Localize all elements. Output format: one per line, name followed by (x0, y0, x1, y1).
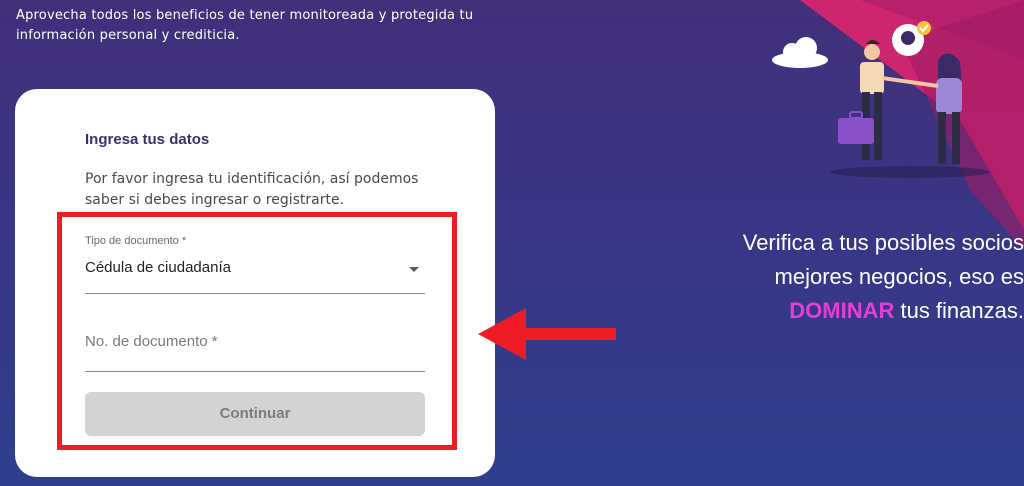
checkmark-icon (917, 21, 931, 35)
annotation-highlight-box (57, 212, 457, 450)
promo-text: Verifica a tus posibles socios mejores n… (684, 226, 1024, 328)
promo-line-1: Verifica a tus posibles socios (742, 230, 1024, 255)
card-description: Por favor ingresa tu identificación, así… (85, 171, 419, 208)
card-title: Ingresa tus datos (85, 131, 210, 148)
promo-line-2: mejores negocios, eso es (774, 264, 1024, 289)
promo-line-3-rest: tus finanzas. (894, 298, 1024, 323)
tagline: Aprovecha todos los beneficios de tener … (16, 8, 474, 43)
arrow-left-icon (478, 308, 616, 360)
promo-line-3: DOMINAR tus finanzas. (684, 294, 1024, 328)
cloud-icon (772, 37, 828, 68)
promo-accent-word: DOMINAR (789, 298, 895, 323)
handshake-illustration (772, 21, 990, 178)
